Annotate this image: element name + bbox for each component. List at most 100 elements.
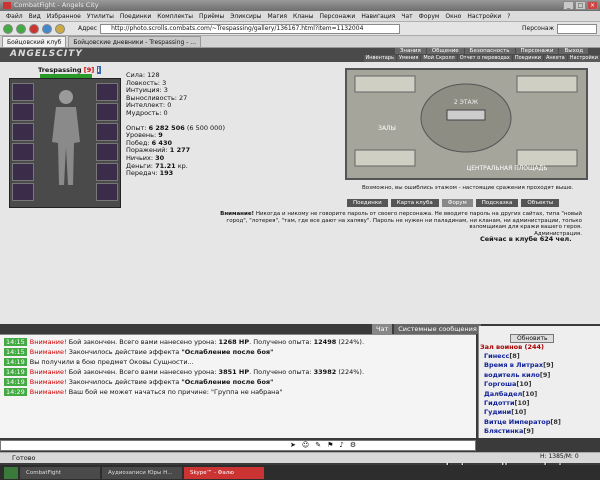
tab-club[interactable]: Бойцовский клуб (2, 36, 67, 47)
menu-item[interactable]: Утилиты (87, 11, 114, 21)
send-icon[interactable]: ➤ (290, 441, 296, 449)
menu-item[interactable]: Кланы (293, 11, 313, 21)
nav-bottom-item[interactable]: Мой Скролл (421, 55, 457, 62)
nav-bottom-item[interactable]: Анкета (543, 55, 567, 62)
maximize-button[interactable]: □ (575, 1, 586, 10)
taskbar-item-audio[interactable]: Аудиозаписи Юры Н... (102, 466, 182, 479)
taskbar-item-combatfight[interactable]: CombatFight (20, 466, 100, 479)
site-logo: ANGELSCITY (10, 49, 83, 59)
club-map[interactable]: 2 ЭТАЖ ЗАЛЫ ЦЕНТРАЛЬНАЯ ПЛОЩАДЬ (345, 68, 588, 180)
menu-item[interactable]: Приёмы (199, 11, 224, 21)
clear-icon[interactable]: ✎ (315, 441, 321, 449)
nav-bottom-item[interactable]: Инвентарь (363, 55, 396, 62)
menu-item[interactable]: Поединки (120, 11, 151, 21)
slot-earring[interactable] (96, 83, 118, 101)
sound-icon[interactable]: ♪ (339, 441, 343, 449)
character-stats: Сила: 128 Ловкость: 3 Интуиция: 3 Выносливо… (126, 71, 225, 178)
slot-armor[interactable] (12, 143, 34, 161)
player-name[interactable]: Далбадел (484, 390, 522, 398)
slot-amulet[interactable] (12, 103, 34, 121)
nav-bottom-item[interactable]: Умения (396, 55, 421, 62)
menu-item[interactable]: Эликсиры (230, 11, 261, 21)
search-input[interactable] (557, 23, 597, 34)
menu-item[interactable]: Окно (445, 11, 461, 21)
address-input[interactable]: http://photo.scrolls.combats.com/~Trespa… (100, 23, 401, 34)
back-icon[interactable] (3, 23, 13, 34)
roster-player[interactable]: Блястинка[9] (484, 427, 534, 435)
map-button-duels[interactable]: Поединки (347, 199, 388, 207)
player-level: [9] (523, 427, 534, 436)
roster-player[interactable]: Гидотти[10] (484, 399, 530, 407)
menu-item[interactable]: ? (507, 11, 510, 21)
map-button-objects[interactable]: Объекты (521, 199, 560, 207)
refresh-icon[interactable] (42, 23, 52, 34)
menu-item[interactable]: Навигация (361, 11, 395, 21)
player-name[interactable]: водитель кило (484, 371, 540, 379)
smile-icon[interactable]: ☺ (302, 441, 309, 449)
roster-player[interactable]: Время в Литрах[9] (484, 361, 554, 369)
chat-line: 14:19 Вы получили в бою предмет Оковы Сущ… (4, 358, 194, 366)
minimize-button[interactable]: _ (563, 1, 574, 10)
roster-refresh-button[interactable]: Обновить (510, 334, 555, 343)
player-name[interactable]: Гидотти (484, 399, 515, 407)
slot-belt[interactable] (12, 163, 34, 181)
player-name[interactable]: Время в Литрах (484, 361, 543, 369)
menu-item[interactable]: Магия (267, 11, 287, 21)
menu-item[interactable]: Вид (29, 11, 41, 21)
slot-helmet[interactable] (12, 83, 34, 101)
menu-item[interactable]: Комплекты (157, 11, 193, 21)
roster-player[interactable]: водитель кило[9] (484, 371, 550, 379)
roster-player[interactable]: Гинесс[8] (484, 352, 520, 360)
nav-top-row: Знания Общение Безопасность Персонажи Выход (394, 48, 588, 54)
start-icon[interactable] (4, 466, 18, 479)
slot-bracers[interactable] (96, 183, 118, 201)
progress-label: Передач: (126, 169, 158, 178)
home-icon[interactable] (55, 23, 65, 34)
player-level: [10] (516, 380, 532, 389)
filter-icon[interactable]: ⚑ (327, 441, 333, 449)
nav-bottom-item[interactable]: Отчет о переводах (457, 55, 512, 62)
slot-gloves[interactable] (96, 103, 118, 121)
menu-item[interactable]: Файл (6, 11, 23, 21)
roster-player[interactable]: Витце Император[8] (484, 418, 561, 426)
slot-ring[interactable] (12, 183, 34, 201)
roster-player[interactable]: Горгоша[10] (484, 380, 531, 388)
taskbar-item-skype[interactable]: Skype™ - Фалю (184, 466, 264, 479)
tab-diaries[interactable]: Бойцовские дневники - Trespassing - ... (68, 36, 202, 47)
nav-top-item[interactable]: Персонажи (515, 48, 559, 54)
info-icon[interactable]: i (96, 66, 101, 74)
map-button-forum[interactable]: Форум (441, 199, 473, 207)
menu-item[interactable]: Форум (419, 11, 440, 21)
chat-input[interactable] (0, 440, 476, 451)
menu-item[interactable]: Чат (401, 11, 412, 21)
nav-top-item[interactable]: Выход (559, 48, 588, 54)
nav-bottom-item[interactable]: Поединки (512, 55, 543, 62)
forward-icon[interactable] (16, 23, 26, 34)
slot-boots[interactable] (96, 163, 118, 181)
tab-chat[interactable]: Чат (372, 324, 393, 334)
player-name[interactable]: Гудини (484, 408, 511, 416)
nav-bottom-item[interactable]: Настройки (567, 55, 600, 62)
map-button-hint[interactable]: Подсказка (475, 199, 519, 207)
player-name[interactable]: Горгоша (484, 380, 516, 388)
settings-icon[interactable]: ⚙ (350, 441, 356, 449)
menu-item[interactable]: Персонажи (319, 11, 355, 21)
roster-player[interactable]: Далбадел[10] (484, 390, 537, 398)
slot-shield[interactable] (96, 123, 118, 141)
nav-top-item[interactable]: Общение (426, 48, 464, 54)
nav-top-item[interactable]: Безопасность (464, 48, 515, 54)
player-name[interactable]: Блястинка (484, 427, 523, 435)
slot-legs[interactable] (96, 143, 118, 161)
player-name[interactable]: Гинесс (484, 352, 509, 360)
map-button-club-map[interactable]: Карта клуба (390, 199, 439, 207)
menu-item[interactable]: Избранное (47, 11, 81, 21)
player-name[interactable]: Витце Император (484, 418, 550, 426)
character-name[interactable]: Trespassing [9] i (38, 66, 101, 74)
menu-item[interactable]: Настройки (467, 11, 501, 21)
roster-player[interactable]: Гудини[10] (484, 408, 526, 416)
tab-system-messages[interactable]: Системные сообщения (394, 324, 481, 334)
close-button[interactable]: × (587, 1, 598, 10)
nav-top-item[interactable]: Знания (394, 48, 426, 54)
stop-icon[interactable] (29, 23, 39, 34)
slot-weapon[interactable] (12, 123, 34, 141)
